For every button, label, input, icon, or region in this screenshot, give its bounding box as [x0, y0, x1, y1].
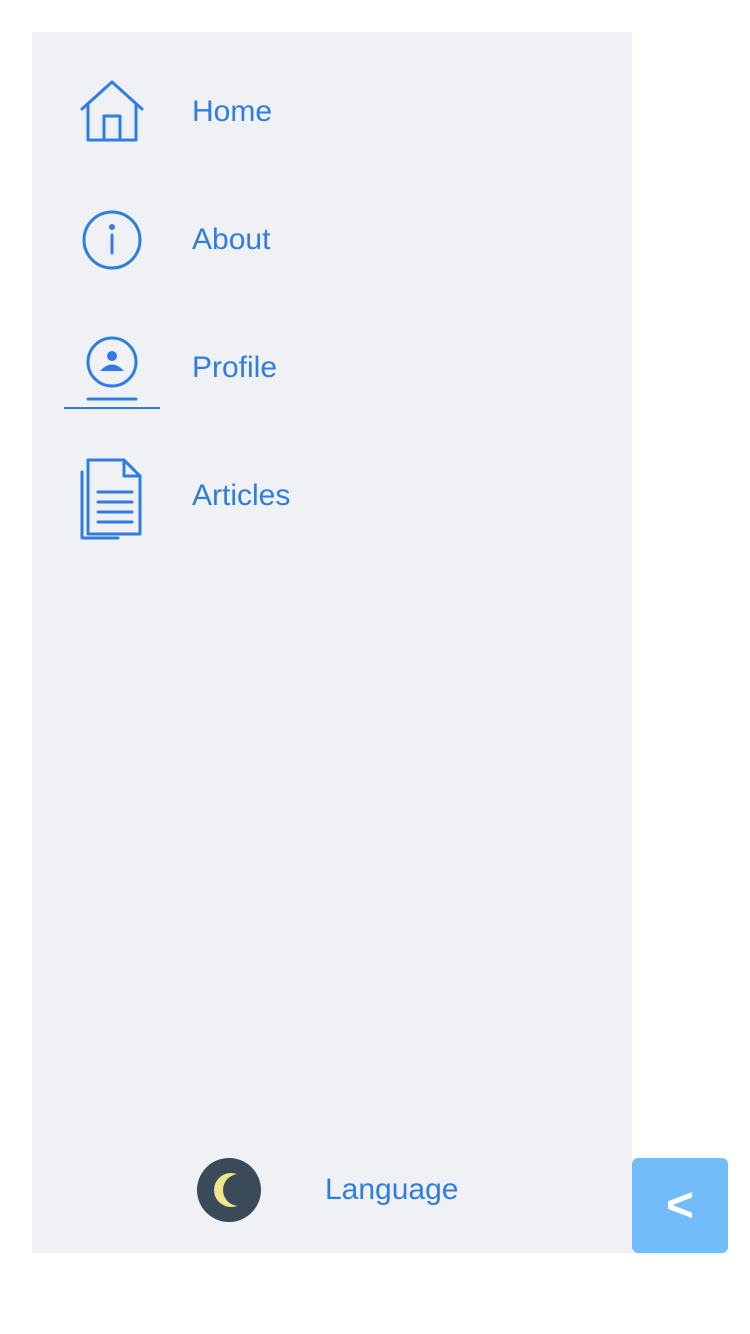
theme-toggle-button[interactable]	[197, 1158, 261, 1222]
profile-icon	[64, 328, 160, 408]
home-icon	[64, 72, 160, 152]
info-icon	[64, 200, 160, 280]
nav-label-articles: Articles	[192, 479, 291, 512]
navigation-drawer: Home About Profile Articles Language	[32, 32, 632, 1253]
nav-label-profile: Profile	[192, 351, 278, 384]
articles-icon	[64, 456, 160, 540]
nav-label-home: Home	[192, 95, 273, 128]
nav-item-about[interactable]: About	[32, 190, 632, 290]
nav-label-about: About	[192, 223, 271, 256]
language-link[interactable]: Language	[325, 1173, 458, 1207]
active-indicator	[64, 407, 160, 409]
nav-item-profile[interactable]: Profile	[32, 318, 632, 418]
nav-item-home[interactable]: Home	[32, 62, 632, 162]
collapse-drawer-button[interactable]: <	[632, 1158, 728, 1253]
nav-item-articles[interactable]: Articles	[32, 446, 632, 546]
